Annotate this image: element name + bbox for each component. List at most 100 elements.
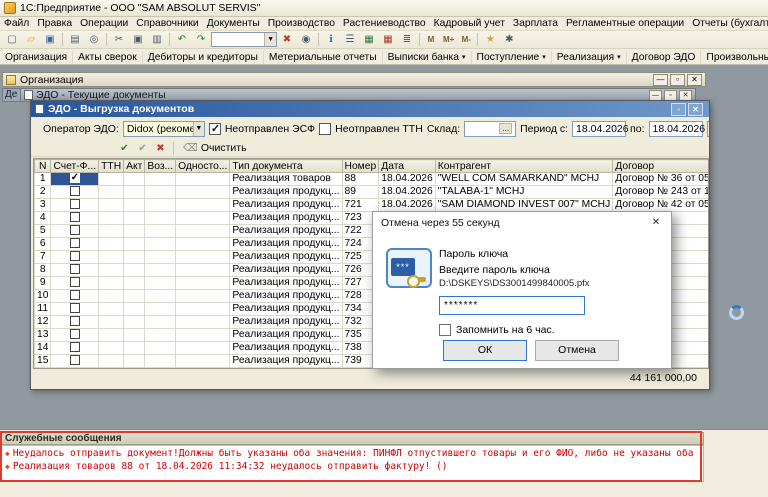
minimize-icon[interactable]: — — [649, 90, 662, 101]
quick-toolbar-item[interactable]: Произвольный документ ЭДО — [701, 51, 768, 64]
akt-flag-cell[interactable] — [124, 212, 145, 225]
akt-flag-cell[interactable] — [124, 264, 145, 277]
column-header[interactable]: Счет-Ф... — [51, 160, 99, 173]
ttn-flag-cell[interactable] — [99, 303, 124, 316]
voz-flag-cell[interactable] — [145, 251, 176, 264]
odnost-flag-cell[interactable] — [176, 290, 230, 303]
password-input[interactable] — [439, 296, 585, 315]
voz-flag-cell[interactable] — [145, 342, 176, 355]
akt-flag-cell[interactable] — [124, 277, 145, 290]
column-header[interactable]: Договор — [613, 160, 709, 173]
column-header[interactable]: Номер — [342, 160, 379, 173]
quick-toolbar-item[interactable]: Организация — [0, 51, 73, 64]
akt-flag-cell[interactable] — [124, 303, 145, 316]
cancel-button[interactable]: Отмена — [535, 340, 619, 361]
ttn-flag-cell[interactable] — [99, 355, 124, 368]
quick-toolbar-item[interactable]: Акты сверок — [73, 51, 143, 64]
voz-flag-cell[interactable] — [145, 329, 176, 342]
ttn-flag-cell[interactable] — [99, 329, 124, 342]
quick-toolbar-item[interactable]: Поступление▾ — [472, 51, 552, 64]
favorites-star-icon[interactable]: ★ — [481, 32, 499, 48]
esf-checkbox[interactable] — [70, 186, 80, 196]
restore-icon[interactable]: ▫ — [664, 90, 677, 101]
akt-flag-cell[interactable] — [124, 251, 145, 264]
odnost-flag-cell[interactable] — [176, 264, 230, 277]
esf-checkbox[interactable] — [70, 355, 80, 365]
voz-flag-cell[interactable] — [145, 290, 176, 303]
esf-checkbox[interactable] — [70, 277, 80, 287]
esf-flag-cell[interactable] — [51, 316, 99, 329]
esf-flag-cell[interactable] — [51, 290, 99, 303]
column-header[interactable]: ТТН — [99, 160, 124, 173]
warehouse-input[interactable]: ... — [464, 121, 516, 137]
column-header[interactable]: Контрагент — [435, 160, 612, 173]
remember-checkbox[interactable] — [439, 324, 451, 336]
table-row[interactable]: 2Реализация продукц...8918.04.2026"TALAB… — [35, 186, 710, 199]
find-icon[interactable]: ◉ — [297, 32, 315, 48]
odnost-flag-cell[interactable] — [176, 355, 230, 368]
uncheck-all-icon[interactable]: ✔ — [135, 141, 150, 155]
menu-item[interactable]: Правка — [33, 18, 76, 29]
menu-item[interactable]: Растениеводство — [339, 18, 430, 29]
ok-button[interactable]: ОК — [443, 340, 527, 361]
column-header[interactable]: Акт — [124, 160, 145, 173]
ttn-flag-cell[interactable] — [99, 251, 124, 264]
ttn-flag-cell[interactable] — [99, 238, 124, 251]
calculator-icon[interactable]: ≣ — [398, 32, 416, 48]
minimize-icon[interactable]: — — [653, 74, 668, 86]
akt-flag-cell[interactable] — [124, 173, 145, 186]
quick-toolbar-item[interactable]: Договор ЭДО — [627, 51, 702, 64]
memory-minus-button[interactable]: M- — [458, 32, 474, 48]
edo-upload-titlebar[interactable]: ЭДО - Выгрузка документов ▫ ✕ — [31, 101, 709, 117]
column-header[interactable]: N — [35, 160, 51, 173]
voz-flag-cell[interactable] — [145, 199, 176, 212]
akt-flag-cell[interactable] — [124, 329, 145, 342]
esf-checkbox[interactable] — [70, 199, 80, 209]
restore-icon[interactable]: ▫ — [670, 74, 685, 86]
redo-icon[interactable]: ↷ — [192, 32, 210, 48]
odnost-flag-cell[interactable] — [176, 342, 230, 355]
odnost-flag-cell[interactable] — [176, 212, 230, 225]
voz-flag-cell[interactable] — [145, 238, 176, 251]
clear-filter-icon[interactable]: ✖ — [278, 32, 296, 48]
column-header[interactable]: Тип документа — [230, 160, 342, 173]
esf-flag-cell[interactable] — [51, 225, 99, 238]
ttn-flag-cell[interactable] — [99, 264, 124, 277]
odnost-flag-cell[interactable] — [176, 251, 230, 264]
memory-m-button[interactable]: M — [423, 32, 439, 48]
esf-checkbox[interactable] — [70, 303, 80, 313]
voz-flag-cell[interactable] — [145, 277, 176, 290]
quick-toolbar-item[interactable]: Дебиторы и кредиторы — [143, 51, 264, 64]
ttn-flag-cell[interactable] — [99, 173, 124, 186]
info-icon[interactable]: ℹ — [322, 32, 340, 48]
close-icon[interactable]: ✕ — [679, 90, 692, 101]
esf-flag-cell[interactable] — [51, 173, 99, 186]
print-icon[interactable]: ▤ — [66, 32, 84, 48]
table-icon[interactable]: ▦ — [360, 32, 378, 48]
menu-item[interactable]: Производство — [264, 18, 339, 29]
esf-checkbox[interactable] — [70, 225, 80, 235]
picker-ellipsis-icon[interactable]: ... — [499, 123, 512, 134]
undo-icon[interactable]: ↶ — [173, 32, 191, 48]
odnost-flag-cell[interactable] — [176, 225, 230, 238]
esf-flag-cell[interactable] — [51, 251, 99, 264]
copy-icon[interactable]: ▣ — [129, 32, 147, 48]
esf-flag-cell[interactable] — [51, 212, 99, 225]
quick-toolbar-item[interactable]: Выписки банка▾ — [383, 51, 472, 64]
voz-flag-cell[interactable] — [145, 303, 176, 316]
voz-flag-cell[interactable] — [145, 264, 176, 277]
column-header[interactable]: Односто... — [176, 160, 230, 173]
esf-checkbox[interactable] — [70, 251, 80, 261]
esf-checkbox[interactable] — [70, 238, 80, 248]
calendar-button[interactable]: ▦ — [707, 121, 710, 137]
esf-checkbox[interactable] — [70, 212, 80, 222]
akt-flag-cell[interactable] — [124, 316, 145, 329]
ttn-flag-cell[interactable] — [99, 186, 124, 199]
esf-checkbox[interactable] — [70, 342, 80, 352]
column-header[interactable]: Воз... — [145, 160, 176, 173]
esf-flag-cell[interactable] — [51, 186, 99, 199]
toolbar-combobox[interactable]: ▼ — [211, 32, 277, 47]
save-icon[interactable]: ▣ — [41, 32, 59, 48]
menu-item[interactable]: Зарплата — [509, 18, 562, 29]
close-icon[interactable]: ✕ — [641, 212, 671, 234]
